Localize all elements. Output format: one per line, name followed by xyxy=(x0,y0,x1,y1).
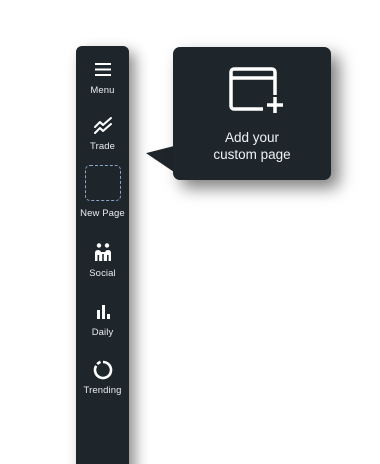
tooltip-pointer xyxy=(146,141,174,172)
add-page-tooltip: Add your custom page xyxy=(173,47,331,180)
sidebar-item-label: Daily xyxy=(91,327,114,338)
sidebar-item-label: Trending xyxy=(83,385,122,396)
sidebar: Menu Trade New Page Social Daily Trendin… xyxy=(76,46,129,464)
sidebar-item-social[interactable]: Social xyxy=(76,241,129,279)
social-people-icon xyxy=(94,243,111,261)
sidebar-item-label: Menu xyxy=(90,85,115,96)
trade-chart-icon xyxy=(93,117,112,134)
tooltip-message: Add your custom page xyxy=(173,129,331,163)
sidebar-item-label: Social xyxy=(89,268,116,279)
hamburger-menu-icon xyxy=(94,63,111,76)
sidebar-item-new-page[interactable]: New Page xyxy=(76,165,129,219)
circular-arrow-icon xyxy=(93,360,112,380)
add-window-icon xyxy=(229,67,285,113)
sidebar-item-trending[interactable]: Trending xyxy=(76,358,129,396)
sidebar-item-label: Trade xyxy=(90,141,115,152)
sidebar-item-menu[interactable]: Menu xyxy=(76,58,129,96)
sidebar-item-trade[interactable]: Trade xyxy=(76,114,129,152)
dashed-placeholder-icon xyxy=(84,165,121,201)
bar-chart-icon xyxy=(96,305,110,319)
tooltip-line-2: custom page xyxy=(213,147,291,162)
tooltip-line-1: Add your xyxy=(224,130,280,145)
sidebar-item-daily[interactable]: Daily xyxy=(76,300,129,338)
sidebar-item-label: New Page xyxy=(80,208,125,219)
app-stage: Menu Trade New Page Social Daily Trendin… xyxy=(0,0,380,464)
